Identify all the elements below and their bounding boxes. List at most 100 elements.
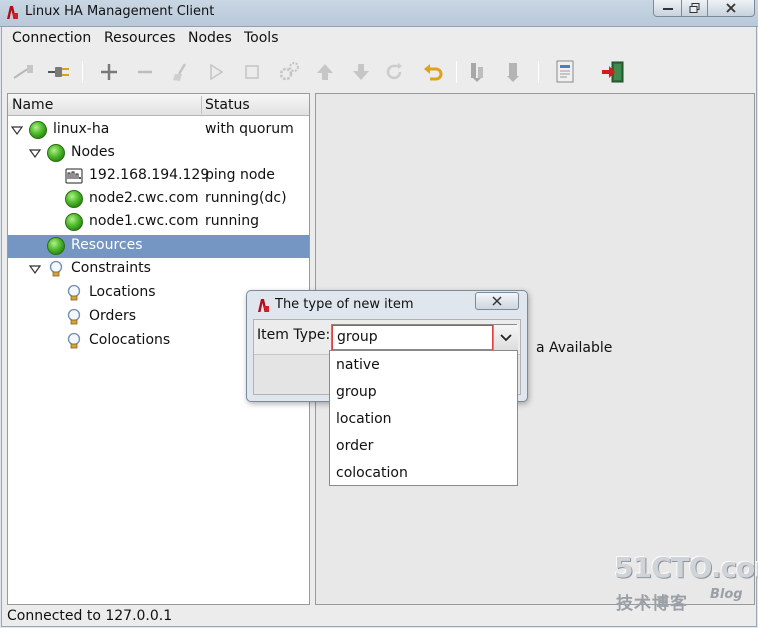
cleanup-icon [173, 63, 187, 81]
tree-header: Name Status [8, 94, 309, 116]
cleanup-button[interactable] [167, 58, 195, 86]
tree-row-label: node1.cwc.com [89, 213, 199, 229]
connection-status: Connected to 127.0.0.1 [7, 608, 173, 624]
tree-row-resources[interactable]: Resources [8, 235, 309, 258]
watermark: 51CTO.com 技术博客 Blog [614, 551, 758, 614]
standby-icon [471, 63, 483, 82]
stop-icon [245, 65, 259, 79]
expanded-arrow-icon[interactable] [11, 124, 23, 136]
undo-button[interactable] [419, 58, 447, 86]
menu-resources[interactable]: Resources [104, 30, 176, 46]
window-title: Linux HA Management Client [25, 4, 215, 19]
add-icon [101, 64, 117, 80]
remove-icon [138, 70, 152, 74]
green-status-icon [47, 237, 65, 255]
dialog-close-button[interactable] [475, 292, 519, 310]
standby-button[interactable] [464, 58, 492, 86]
item-type-combobox[interactable]: group [331, 324, 518, 351]
close-icon [492, 296, 502, 306]
option-order[interactable]: order [336, 438, 373, 454]
add-button[interactable] [95, 58, 123, 86]
menu-nodes[interactable]: Nodes [188, 30, 232, 46]
green-status-icon [47, 144, 65, 162]
disconnect-icon [13, 65, 33, 79]
redo-button[interactable] [381, 58, 409, 86]
tree-row-nodes[interactable]: Nodes [8, 142, 309, 165]
move-down-icon [353, 64, 369, 80]
tree-row-label: Orders [89, 308, 137, 324]
manage-icon [279, 62, 299, 81]
tree-row-node1[interactable]: node1.cwc.com running [8, 211, 309, 234]
column-header-status[interactable]: Status [205, 97, 250, 113]
heartbeat-logo-icon [7, 6, 18, 19]
tree-row-label: Colocations [89, 332, 171, 348]
start-icon [210, 63, 224, 81]
menu-connection[interactable]: Connection [12, 30, 91, 46]
active-button[interactable] [500, 58, 528, 86]
tree-row-ping-node[interactable]: 192.168.194.129 ping node [8, 165, 309, 188]
connect-icon [48, 67, 69, 77]
restore-icon [689, 3, 699, 13]
column-divider[interactable] [201, 96, 202, 114]
menu-tools[interactable]: Tools [244, 30, 279, 46]
tree-row-label: Locations [89, 284, 156, 300]
tree-row-linux-ha[interactable]: linux-ha with quorum [8, 119, 309, 142]
start-button[interactable] [202, 58, 230, 86]
option-colocation[interactable]: colocation [336, 465, 408, 481]
option-location[interactable]: location [336, 411, 392, 427]
close-window-button[interactable] [707, 0, 755, 17]
move-down-button[interactable] [347, 58, 375, 86]
toolbar [2, 54, 756, 90]
watermark-blog: Blog [710, 587, 743, 602]
detail-message: a Available [536, 340, 613, 356]
heartbeat-logo-icon [258, 299, 269, 312]
remove-button[interactable] [131, 58, 159, 86]
item-type-value: group [337, 329, 378, 345]
move-up-icon [317, 64, 333, 80]
tree-row-node2[interactable]: node2.cwc.com running(dc) [8, 188, 309, 211]
tree-row-label: 192.168.194.129 [89, 167, 210, 183]
connect-button[interactable] [45, 58, 73, 86]
maximize-button[interactable] [681, 0, 708, 17]
stop-button[interactable] [238, 58, 266, 86]
lightbulb-icon [67, 284, 81, 301]
tree-row-status: running [205, 213, 260, 229]
expanded-arrow-icon[interactable] [29, 147, 41, 159]
manage-button[interactable] [275, 58, 303, 86]
active-icon [507, 63, 519, 82]
item-type-label: Item Type: [257, 327, 331, 343]
tree-row-label: Resources [71, 237, 143, 253]
tree-row-label: node2.cwc.com [89, 190, 199, 206]
item-type-options: native group location order colocation [329, 350, 518, 486]
option-group[interactable]: group [336, 384, 377, 400]
dialog-title: The type of new item [275, 297, 414, 312]
item-type-dropdown-button[interactable] [493, 325, 518, 351]
green-status-icon [65, 190, 83, 208]
toolbar-separator [456, 61, 457, 83]
tree-row-label: Nodes [71, 144, 115, 160]
option-native[interactable]: native [336, 357, 380, 373]
toolbar-separator [82, 61, 83, 83]
window-titlebar: Linux HA Management Client [0, 0, 758, 27]
minimize-icon [662, 8, 673, 10]
chevron-down-icon [500, 334, 512, 342]
tree-row-status: ping node [205, 167, 275, 183]
view-xml-icon [556, 60, 574, 83]
tree-row-constraints[interactable]: Constraints [8, 258, 309, 281]
tree-row-label: Constraints [71, 260, 151, 276]
view-xml-button[interactable] [551, 58, 579, 86]
expanded-arrow-icon[interactable] [29, 263, 41, 275]
exit-button[interactable] [599, 58, 627, 86]
redo-icon [386, 63, 402, 80]
move-up-button[interactable] [311, 58, 339, 86]
item-type-field[interactable]: group [332, 325, 493, 351]
close-icon [726, 3, 736, 13]
minimize-button[interactable] [653, 0, 682, 17]
green-status-icon [65, 213, 83, 231]
tree-row-status: with quorum [205, 121, 294, 137]
lightbulb-icon [67, 332, 81, 349]
tree-row-label: linux-ha [53, 121, 110, 137]
column-header-name[interactable]: Name [12, 97, 53, 113]
disconnect-button[interactable] [10, 58, 38, 86]
undo-icon [424, 64, 443, 81]
